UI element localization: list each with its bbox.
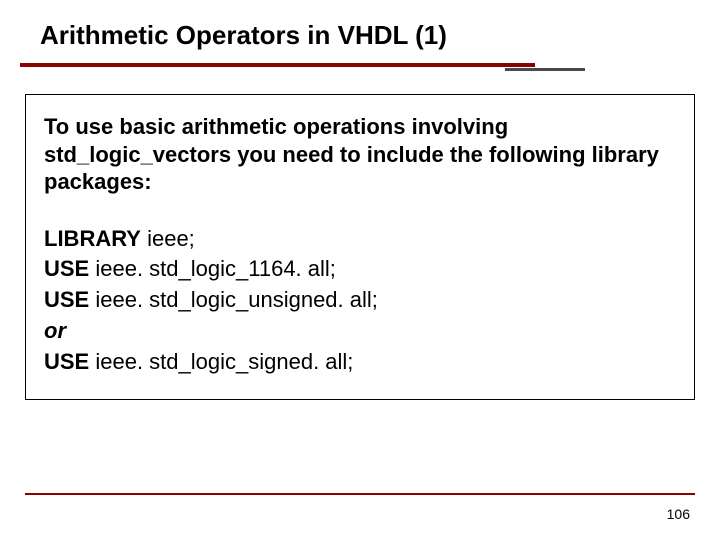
page-number: 106 — [667, 506, 690, 522]
keyword-use-3: USE — [44, 349, 89, 374]
keyword-use-1: USE — [44, 256, 89, 281]
code-or: or — [44, 316, 676, 347]
code-line-3: USE ieee. std_logic_unsigned. all; — [44, 285, 676, 316]
code-text-2: ieee. std_logic_1164. all; — [89, 256, 336, 281]
code-line-1: LIBRARY ieee; — [44, 224, 676, 255]
code-text-1: ieee; — [141, 226, 195, 251]
code-text-4: ieee. std_logic_signed. all; — [89, 349, 353, 374]
slide-container: Arithmetic Operators in VHDL (1) To use … — [0, 0, 720, 540]
footer-rule — [25, 493, 695, 495]
slide-title: Arithmetic Operators in VHDL (1) — [0, 20, 720, 51]
keyword-use-2: USE — [44, 287, 89, 312]
content-box: To use basic arithmetic operations invol… — [25, 94, 695, 400]
code-block: LIBRARY ieee; USE ieee. std_logic_1164. … — [44, 224, 676, 378]
keyword-library: LIBRARY — [44, 226, 141, 251]
header-rule — [20, 63, 535, 69]
code-text-3: ieee. std_logic_unsigned. all; — [89, 287, 378, 312]
intro-text: To use basic arithmetic operations invol… — [44, 113, 676, 196]
header-rule-red — [20, 63, 535, 67]
code-line-2: USE ieee. std_logic_1164. all; — [44, 254, 676, 285]
header-rule-grey — [505, 68, 585, 71]
code-line-4: USE ieee. std_logic_signed. all; — [44, 347, 676, 378]
